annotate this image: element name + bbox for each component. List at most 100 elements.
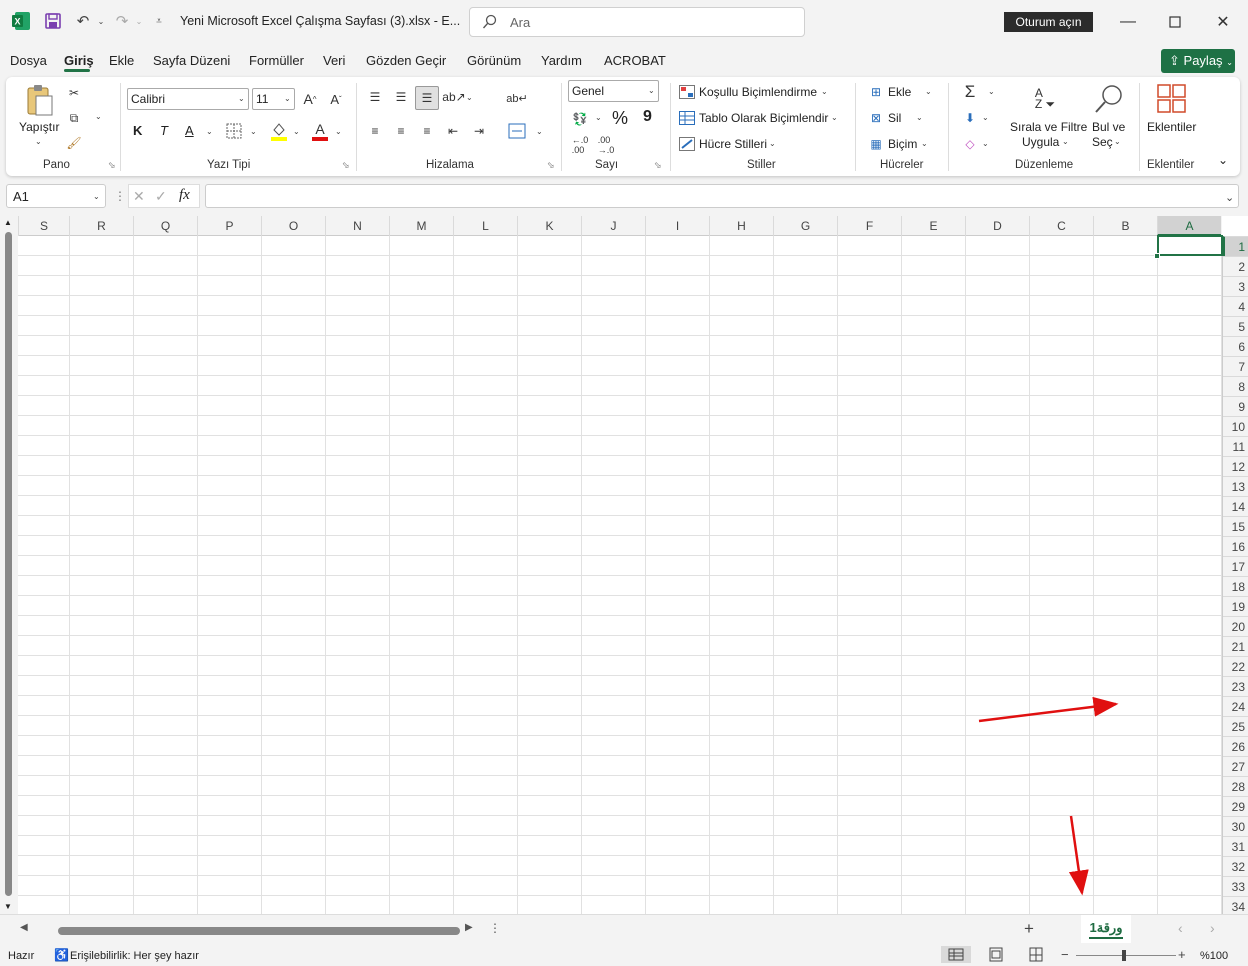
- italic-button[interactable]: T: [160, 123, 168, 138]
- number-format-select[interactable]: Genel ⌄: [568, 80, 659, 102]
- column-header-a[interactable]: A: [1157, 216, 1221, 236]
- row-header-33[interactable]: 33: [1223, 876, 1248, 896]
- accessibility-status[interactable]: Erişilebilirlik: Her şey hazır: [70, 950, 199, 962]
- dialog-launcher-icon[interactable]: ⬂: [547, 160, 555, 171]
- column-header-l[interactable]: L: [453, 216, 517, 236]
- enter-icon[interactable]: ✓: [155, 188, 167, 205]
- format-cells-icon[interactable]: ▦: [867, 136, 885, 152]
- dialog-launcher-icon[interactable]: ⬂: [654, 160, 662, 171]
- row-header-5[interactable]: 5: [1223, 316, 1248, 336]
- format-as-table-icon[interactable]: [678, 110, 696, 126]
- column-header-h[interactable]: H: [709, 216, 773, 236]
- cancel-icon[interactable]: ✕: [133, 188, 145, 205]
- row-header-3[interactable]: 3: [1223, 276, 1248, 296]
- column-header-n[interactable]: N: [325, 216, 389, 236]
- dialog-launcher-icon[interactable]: ⬂: [108, 160, 116, 171]
- fill-handle[interactable]: [1154, 253, 1160, 259]
- fill-color-icon[interactable]: [269, 121, 289, 141]
- chevron-down-icon[interactable]: ⌄: [916, 113, 923, 122]
- orientation-dropdown-icon[interactable]: ⌄: [466, 93, 473, 102]
- font-name-select[interactable]: Calibri ⌄: [127, 88, 249, 110]
- percent-style-button[interactable]: %: [612, 108, 628, 129]
- paste-label[interactable]: Yapıştır: [19, 120, 59, 134]
- share-button[interactable]: ⇪ Paylaş ⌄: [1161, 49, 1235, 73]
- row-header-10[interactable]: 10: [1223, 416, 1248, 436]
- cut-icon[interactable]: ✂: [64, 83, 84, 103]
- decrease-indent-icon[interactable]: ⇤: [443, 121, 463, 141]
- autosum-dropdown-icon[interactable]: ⌄: [988, 87, 995, 96]
- tab-yardim[interactable]: Yardım: [541, 53, 582, 68]
- tab-ekle[interactable]: Ekle: [109, 53, 134, 68]
- vertical-scrollbar[interactable]: ▲ ▼: [0, 216, 18, 914]
- row-header-30[interactable]: 30: [1223, 816, 1248, 836]
- orientation-icon[interactable]: ab↗: [442, 88, 465, 106]
- chevron-down-icon[interactable]: ⌄: [1114, 137, 1121, 146]
- increase-font-size-icon[interactable]: A ^: [300, 89, 320, 109]
- insert-function-icon[interactable]: fx: [179, 187, 190, 204]
- cell-styles-label[interactable]: Hücre Stilleri: [699, 137, 767, 151]
- worksheet[interactable]: ▲ ▼ SRQPONMLKJIHGFEDCBA 1 2 3 4 5 6 7 8 9 10 11 12 1…: [0, 216, 1248, 914]
- borders-dropdown-icon[interactable]: ⌄: [250, 127, 257, 136]
- insert-cells-icon[interactable]: ⊞: [867, 84, 885, 100]
- sort-filter-label-2[interactable]: Uygula: [1022, 135, 1059, 149]
- insert-cells-label[interactable]: Ekle: [888, 85, 911, 99]
- row-header-22[interactable]: 22: [1223, 656, 1248, 676]
- column-header-q[interactable]: Q: [133, 216, 197, 236]
- chevron-down-icon[interactable]: ⌄: [821, 87, 828, 96]
- redo-dropdown-icon[interactable]: ⌄: [128, 10, 150, 32]
- column-header-e[interactable]: E: [901, 216, 965, 236]
- copy-icon[interactable]: ⧉: [64, 108, 84, 128]
- row-header-31[interactable]: 31: [1223, 836, 1248, 856]
- currency-icon[interactable]: 💱: [570, 109, 590, 129]
- chevron-down-icon[interactable]: ⌄: [921, 139, 928, 148]
- row-header-2[interactable]: 2: [1223, 256, 1248, 276]
- row-header-1[interactable]: 1: [1223, 236, 1248, 256]
- chevron-down-icon[interactable]: ⌄: [925, 87, 932, 96]
- row-header-32[interactable]: 32: [1223, 856, 1248, 876]
- close-icon[interactable]: ✕: [1211, 10, 1235, 34]
- customize-toolbar-icon[interactable]: ⩡: [148, 10, 170, 32]
- next-sheet-icon[interactable]: ›: [1210, 920, 1215, 936]
- row-header-28[interactable]: 28: [1223, 776, 1248, 796]
- row-header-18[interactable]: 18: [1223, 576, 1248, 596]
- formula-input[interactable]: ⌄: [205, 184, 1239, 208]
- tab-gozden-gecir[interactable]: Gözden Geçir: [366, 53, 446, 68]
- tab-formuller[interactable]: Formüller: [249, 53, 304, 68]
- row-header-6[interactable]: 6: [1223, 336, 1248, 356]
- decrease-decimal-icon[interactable]: .00 →.0: [596, 135, 616, 155]
- column-header-s[interactable]: S: [18, 216, 69, 236]
- sign-in-button[interactable]: Oturum açın: [1004, 12, 1093, 32]
- column-header-b[interactable]: B: [1093, 216, 1157, 236]
- align-right-icon[interactable]: ≡: [417, 121, 437, 141]
- column-header-i[interactable]: I: [645, 216, 709, 236]
- horizontal-scroll-thumb[interactable]: [58, 927, 460, 935]
- merge-center-icon[interactable]: [506, 121, 528, 141]
- cell-grid[interactable]: [18, 236, 1222, 914]
- row-header-14[interactable]: 14: [1223, 496, 1248, 516]
- chevron-down-icon[interactable]: ⌄: [1062, 137, 1069, 146]
- row-header-7[interactable]: 7: [1223, 356, 1248, 376]
- addins-button-label[interactable]: Eklentiler: [1147, 120, 1196, 134]
- autosum-icon[interactable]: Σ: [960, 82, 980, 102]
- conditional-formatting-icon[interactable]: [678, 84, 696, 100]
- save-icon[interactable]: [42, 10, 64, 32]
- name-box[interactable]: A1 ⌄: [6, 184, 106, 208]
- comma-style-button[interactable]: 9: [643, 108, 652, 126]
- align-top-icon[interactable]: ☰: [365, 88, 385, 106]
- column-header-p[interactable]: P: [197, 216, 261, 236]
- row-header-34[interactable]: 34: [1223, 896, 1248, 916]
- clear-dropdown-icon[interactable]: ⌄: [982, 139, 989, 148]
- tab-gorunum[interactable]: Görünüm: [467, 53, 521, 68]
- tab-veri[interactable]: Veri: [323, 53, 345, 68]
- column-header-f[interactable]: F: [837, 216, 901, 236]
- undo-dropdown-icon[interactable]: ⌄: [90, 10, 112, 32]
- align-left-icon[interactable]: ≡: [365, 121, 385, 141]
- page-layout-view-button[interactable]: [981, 946, 1011, 963]
- tab-acrobat[interactable]: ACROBAT: [604, 53, 666, 68]
- tab-giris[interactable]: Giriş: [64, 53, 94, 68]
- find-select-label-1[interactable]: Bul ve: [1092, 120, 1125, 134]
- row-header-29[interactable]: 29: [1223, 796, 1248, 816]
- bold-button[interactable]: K: [133, 123, 142, 138]
- chevron-down-icon[interactable]: ⌄: [769, 139, 776, 148]
- row-header-25[interactable]: 25: [1223, 716, 1248, 736]
